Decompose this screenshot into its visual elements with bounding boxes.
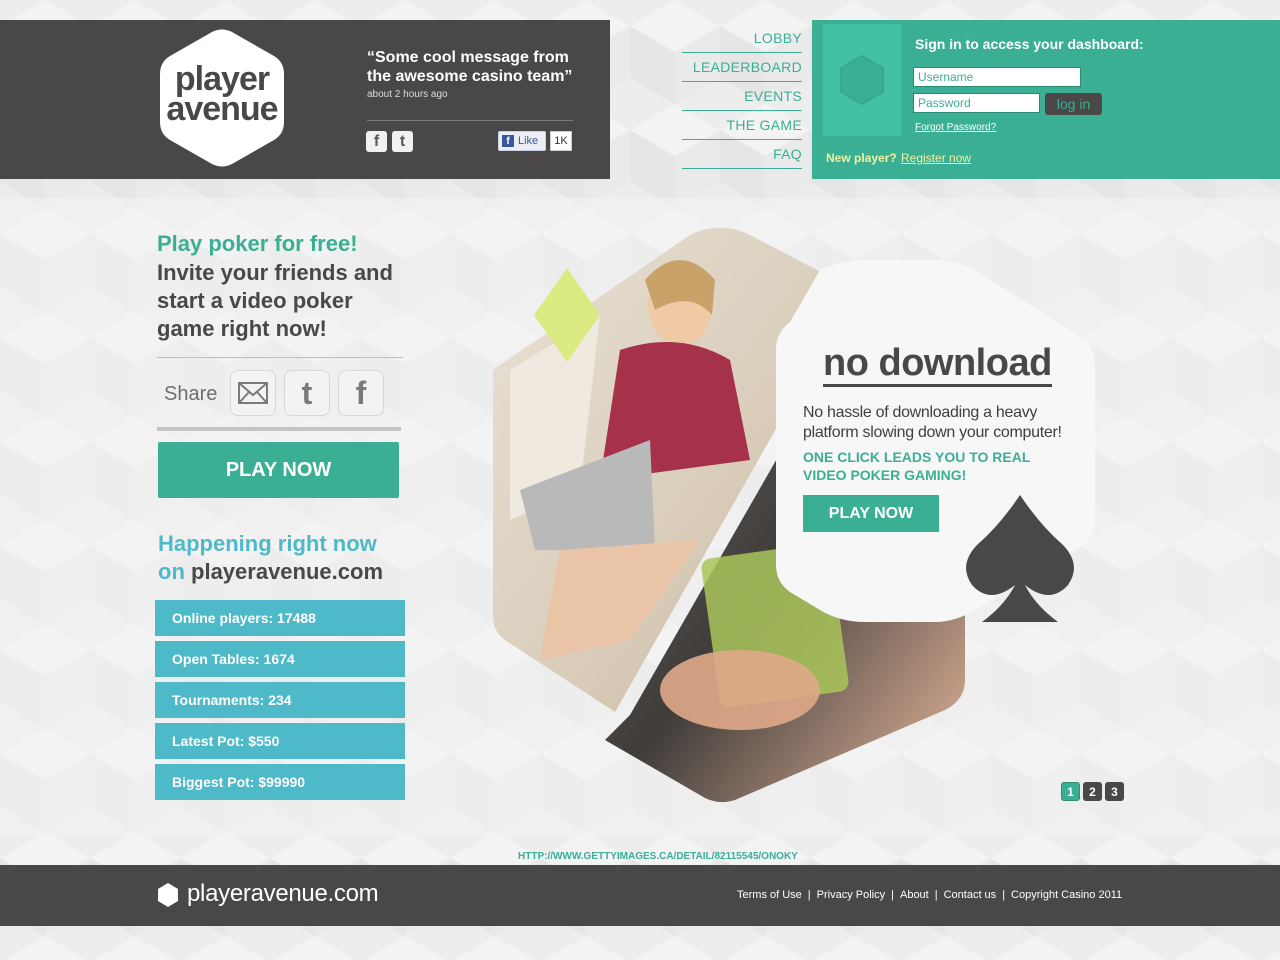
- hero-description: No hassle of downloading a heavy platfor…: [803, 404, 1062, 441]
- header-bar: [0, 20, 610, 179]
- new-player-label: New player?: [826, 151, 897, 165]
- avatar: [823, 24, 901, 136]
- hero-play-now-button[interactable]: PLAY NOW: [803, 495, 939, 532]
- pager-page-2[interactable]: 2: [1083, 782, 1102, 801]
- stat-biggest-pot: Biggest Pot: $99990: [155, 764, 405, 800]
- facebook-icon: f: [355, 374, 367, 411]
- divider: [367, 120, 573, 121]
- separator: |: [891, 889, 894, 901]
- divider: [157, 357, 403, 358]
- nav-leaderboard[interactable]: LEADERBOARD: [682, 53, 802, 82]
- envelope-icon: [238, 382, 268, 404]
- happening-title: Happening right now: [158, 531, 377, 556]
- happening-subtitle: on playeravenue.com: [158, 559, 383, 585]
- facebook-logo-icon: f: [502, 135, 514, 147]
- separator: |: [807, 889, 811, 901]
- image-credit-link[interactable]: HTTP://WWW.GETTYIMAGES.CA/DETAIL/8211554…: [518, 851, 798, 862]
- nav-events[interactable]: EVENTS: [682, 82, 802, 111]
- separator: |: [934, 889, 938, 901]
- nav-the-game[interactable]: THE GAME: [682, 111, 802, 140]
- nav-lobby[interactable]: LOBBY: [682, 24, 802, 53]
- separator: |: [1002, 889, 1006, 901]
- pager-page-3[interactable]: 3: [1105, 782, 1124, 801]
- forgot-password-link[interactable]: Forgot Password?: [915, 122, 996, 133]
- login-button[interactable]: log in: [1045, 93, 1102, 115]
- stat-online-players: Online players: 17488: [155, 600, 405, 636]
- share-email-button[interactable]: [230, 370, 276, 416]
- like-label: Like: [518, 135, 539, 147]
- footer-about-link[interactable]: About: [900, 889, 929, 901]
- twitter-icon[interactable]: t: [392, 131, 413, 152]
- hero-banner: [493, 227, 1095, 803]
- share-twitter-button[interactable]: t: [284, 370, 330, 416]
- happening-on: on: [158, 559, 185, 584]
- username-field[interactable]: [913, 67, 1081, 87]
- message-timestamp: about 2 hours ago: [367, 89, 448, 100]
- register-link[interactable]: Register now: [901, 151, 971, 165]
- nav-faq[interactable]: FAQ: [682, 140, 802, 169]
- facebook-like-button[interactable]: f Like: [498, 131, 546, 151]
- share-label: Share: [164, 383, 218, 405]
- promo-headline: Play poker for free!: [157, 231, 358, 256]
- footer-links: Terms of Use | Privacy Policy | About | Contac…: [737, 889, 1122, 901]
- share-facebook-button[interactable]: f: [338, 370, 384, 416]
- play-now-button[interactable]: PLAY NOW: [158, 442, 399, 498]
- stat-open-tables: Open Tables: 1674: [155, 641, 405, 677]
- footer-privacy-link[interactable]: Privacy Policy: [817, 889, 885, 901]
- footer-copyright: Copyright Casino 2011: [1011, 889, 1123, 901]
- hero-title: no download: [823, 342, 1052, 387]
- stat-tournaments: Tournaments: 234: [155, 682, 405, 718]
- password-field[interactable]: [913, 93, 1040, 113]
- login-title: Sign in to access your dashboard:: [915, 36, 1144, 52]
- footer-hexagon-icon: [158, 883, 178, 907]
- team-message: “Some cool message from the awesome casi…: [367, 49, 573, 85]
- like-count: 1K: [550, 131, 572, 151]
- avatar-hexagon-icon: [840, 54, 884, 106]
- happening-domain: playeravenue.com: [191, 559, 383, 584]
- footer-logo-text[interactable]: playeravenue.com: [187, 880, 379, 908]
- hero-cta-text: ONE CLICK LEADS YOU TO REAL VIDEO POKER …: [803, 449, 1031, 483]
- stat-latest-pot: Latest Pot: $550: [155, 723, 405, 759]
- twitter-icon: t: [301, 374, 313, 411]
- footer-contact-link[interactable]: Contact us: [944, 889, 997, 901]
- logo[interactable]: player avenue: [160, 62, 284, 128]
- logo-line2: avenue: [166, 90, 278, 128]
- footer-terms-link[interactable]: Terms of Use: [737, 889, 802, 901]
- main-nav: LOBBY LEADERBOARD EVENTS THE GAME FAQ: [682, 24, 802, 169]
- promo-subheadline: Invite your friends and start a video po…: [157, 260, 393, 341]
- facebook-icon[interactable]: f: [366, 131, 387, 152]
- divider: [157, 427, 401, 431]
- pager-page-1[interactable]: 1: [1061, 782, 1080, 801]
